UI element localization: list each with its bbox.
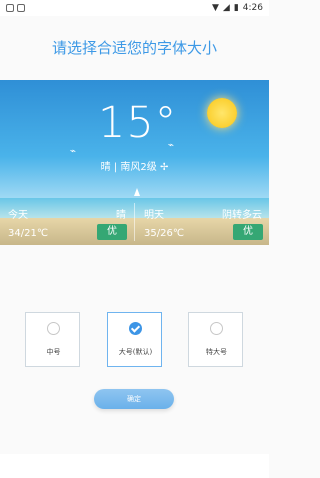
font-option-large[interactable]: 大号(默认) bbox=[107, 312, 162, 367]
font-option-label: 大号(默认) bbox=[118, 348, 153, 356]
wind-text: 南风2级 bbox=[120, 162, 157, 173]
today-forecast: 今天 晴 34/21℃ 优 bbox=[0, 196, 134, 245]
page-title: 请选择合适您的字体大小 bbox=[51, 39, 217, 57]
time-label: 4:26 bbox=[242, 3, 263, 13]
tomorrow-label: 明天 bbox=[144, 210, 164, 221]
current-temperature: 15° bbox=[98, 98, 178, 148]
font-option-label: 中号 bbox=[46, 348, 61, 356]
font-option-medium[interactable]: 中号 bbox=[25, 312, 80, 367]
tomorrow-aqi-badge: 优 bbox=[233, 224, 263, 240]
radio-checked-icon[interactable] bbox=[129, 322, 142, 335]
tomorrow-condition: 阴转多云 bbox=[222, 210, 262, 221]
radio-icon[interactable] bbox=[47, 322, 60, 335]
current-condition: 晴 bbox=[100, 162, 111, 173]
font-option-label: 特大号 bbox=[206, 348, 227, 356]
settings-icon bbox=[6, 4, 14, 12]
status-bar: ▼ ◢ ▮ 4:26 bbox=[0, 0, 269, 16]
battery-icon: ▮ bbox=[233, 3, 239, 13]
today-label: 今天 bbox=[8, 210, 28, 221]
bird-icon: ⌁ bbox=[70, 146, 77, 157]
confirm-button[interactable]: 确定 bbox=[94, 389, 174, 409]
radio-icon[interactable] bbox=[210, 322, 223, 335]
font-option-extra-large[interactable]: 特大号 bbox=[188, 312, 243, 367]
forecast-panel: 今天 晴 34/21℃ 优 明天 阴转多云 35/26℃ 优 bbox=[0, 196, 269, 245]
fan-icon: ✢ bbox=[159, 162, 169, 173]
weather-preview-card: 15° 晴 | 南风2级 ✢ ⌁ ⌁ 今天 晴 34/21℃ 优 明天 阴转多云… bbox=[0, 80, 269, 245]
wifi-icon: ▼ bbox=[211, 3, 219, 13]
separator: | bbox=[113, 162, 118, 173]
forecast-divider bbox=[134, 203, 135, 241]
today-temp-range: 34/21℃ bbox=[8, 228, 49, 239]
notification-icon bbox=[17, 4, 25, 12]
today-aqi-badge: 优 bbox=[97, 224, 127, 240]
sun-icon bbox=[207, 98, 237, 128]
today-condition: 晴 bbox=[116, 210, 126, 221]
tomorrow-forecast: 明天 阴转多云 35/26℃ 优 bbox=[136, 196, 269, 245]
tomorrow-temp-range: 35/26℃ bbox=[144, 228, 185, 239]
navigation-bar bbox=[0, 454, 269, 478]
status-left-icons bbox=[6, 2, 25, 14]
boat-icon bbox=[134, 188, 140, 196]
signal-icon: ◢ bbox=[222, 3, 230, 13]
bird-icon: ⌁ bbox=[168, 140, 175, 151]
status-right: ▼ ◢ ▮ 4:26 bbox=[212, 2, 263, 14]
condition-row: 晴 | 南风2级 ✢ bbox=[0, 158, 269, 173]
